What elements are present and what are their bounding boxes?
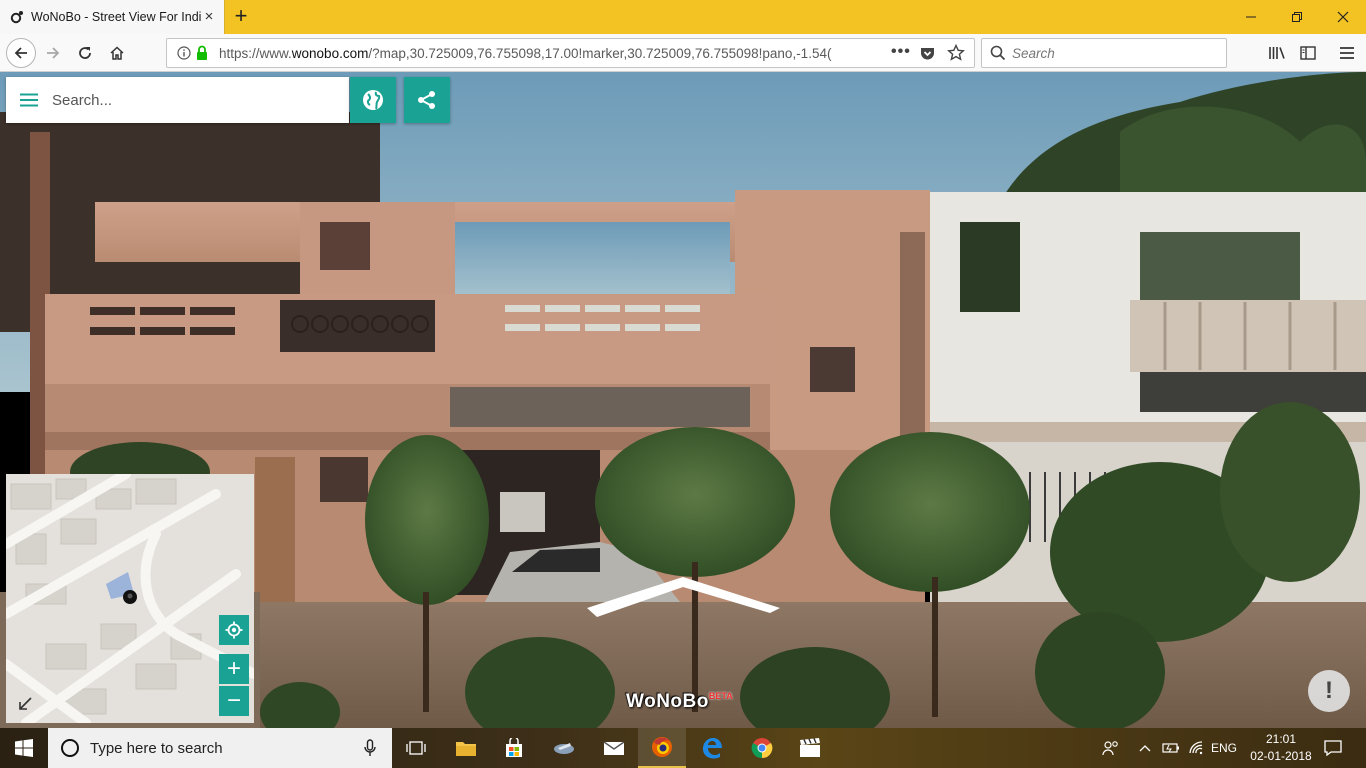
edge-icon — [703, 738, 722, 759]
wifi-icon — [1189, 741, 1203, 755]
sidebar-icon — [1300, 46, 1316, 60]
pocket-icon[interactable] — [919, 45, 936, 65]
zoom-out-button[interactable]: − — [219, 686, 249, 716]
navigation-bar: https://www.wonobo.com/?map,30.725009,76… — [0, 34, 1366, 72]
file-explorer-button[interactable] — [442, 728, 490, 768]
clapperboard-icon — [800, 738, 820, 757]
folder-icon — [456, 742, 476, 756]
hamburger-icon — [20, 93, 38, 107]
wonobo-favicon-icon — [10, 10, 24, 24]
globe-button[interactable] — [350, 77, 396, 123]
tab-close-icon[interactable]: × — [202, 9, 216, 24]
clock-date: 02-01-2018 — [1250, 749, 1312, 763]
clock-time: 21:01 — [1265, 732, 1297, 746]
bookmark-star-icon[interactable] — [947, 43, 965, 65]
taskbar-search-box[interactable] — [48, 728, 392, 768]
restore-button[interactable] — [1274, 0, 1320, 34]
task-view-button[interactable] — [392, 728, 440, 768]
firefox-icon — [652, 737, 672, 757]
reload-button[interactable] — [70, 38, 100, 68]
tab-title: WoNoBo - Street View For India — [31, 10, 202, 24]
input-language[interactable]: ENG — [1210, 728, 1238, 768]
microphone-icon[interactable] — [364, 739, 376, 760]
zoom-in-button[interactable]: + — [219, 654, 249, 684]
globe-icon — [363, 90, 383, 110]
browser-search-input[interactable] — [1012, 45, 1212, 61]
forward-button[interactable] — [38, 38, 68, 68]
share-icon — [418, 91, 435, 109]
sidebar-button[interactable] — [1293, 38, 1323, 68]
back-button[interactable] — [6, 38, 36, 68]
library-icon — [1269, 47, 1285, 59]
minimize-button[interactable] — [1228, 0, 1274, 34]
show-hidden-icons-button[interactable] — [1134, 728, 1156, 768]
lock-icon[interactable] — [195, 45, 209, 64]
search-icon — [990, 45, 1006, 64]
streetview-search-input[interactable] — [52, 91, 332, 109]
chrome-button[interactable] — [738, 728, 786, 768]
streetview-search-box — [6, 77, 349, 123]
taskbar-search-input[interactable] — [90, 739, 350, 757]
info-icon[interactable] — [177, 46, 191, 63]
report-button[interactable]: ! — [1308, 670, 1350, 712]
wonobo-logo: WoNoBoBETA — [626, 691, 733, 712]
minimap-collapse-button[interactable] — [10, 689, 40, 719]
people-button[interactable] — [1098, 728, 1124, 768]
mail-button[interactable] — [590, 728, 638, 768]
arrow-down-left-icon — [19, 697, 32, 710]
app-button[interactable] — [540, 728, 588, 768]
store-icon — [506, 738, 522, 757]
menu-button[interactable] — [1332, 38, 1362, 68]
task-view-icon — [406, 741, 426, 755]
library-button[interactable] — [1262, 38, 1292, 68]
clock[interactable]: 21:01 02-01-2018 — [1248, 731, 1314, 765]
url-bar[interactable]: https://www.wonobo.com/?map,30.725009,76… — [166, 38, 975, 68]
new-tab-button[interactable]: + — [228, 4, 254, 30]
close-window-button[interactable] — [1320, 0, 1366, 34]
browser-search-bar[interactable] — [981, 38, 1227, 68]
reload-icon — [79, 47, 91, 59]
battery-button[interactable] — [1160, 728, 1182, 768]
home-icon — [110, 46, 124, 60]
share-button[interactable] — [404, 77, 450, 123]
wifi-button[interactable] — [1186, 728, 1208, 768]
street-view-panorama[interactable]: + − WoNoBoBETA ! — [0, 72, 1366, 728]
locate-me-button[interactable] — [219, 615, 249, 645]
windows-taskbar: ENG 21:01 02-01-2018 — [0, 728, 1366, 768]
people-icon — [1102, 741, 1118, 756]
notification-icon — [1324, 740, 1342, 756]
arrow-right-icon — [47, 47, 60, 59]
mail-icon — [603, 741, 625, 755]
chrome-icon — [751, 738, 773, 759]
minimap[interactable]: + − — [6, 474, 254, 723]
home-button[interactable] — [102, 38, 132, 68]
chevron-up-icon — [1139, 745, 1151, 752]
arrow-left-icon — [14, 47, 27, 59]
streetview-menu-button[interactable] — [6, 77, 52, 123]
edge-button[interactable] — [688, 728, 736, 768]
start-button[interactable] — [0, 728, 48, 768]
windows-logo-icon — [15, 739, 33, 757]
minimap-image — [6, 474, 254, 723]
action-center-button[interactable] — [1318, 728, 1348, 768]
hamburger-icon — [1340, 47, 1354, 59]
movies-button[interactable] — [786, 728, 834, 768]
page-actions-icon[interactable]: ••• — [891, 43, 911, 61]
store-button[interactable] — [490, 728, 538, 768]
url-text: https://www.wonobo.com/?map,30.725009,76… — [219, 45, 832, 61]
app-icon — [554, 743, 574, 754]
battery-charging-icon — [1162, 743, 1179, 753]
browser-tab-bar: WoNoBo - Street View For India × + — [0, 0, 1366, 34]
cortana-icon — [61, 739, 79, 757]
firefox-button[interactable] — [638, 728, 686, 768]
browser-tab[interactable]: WoNoBo - Street View For India × — [0, 0, 225, 34]
crosshair-icon — [225, 621, 243, 639]
